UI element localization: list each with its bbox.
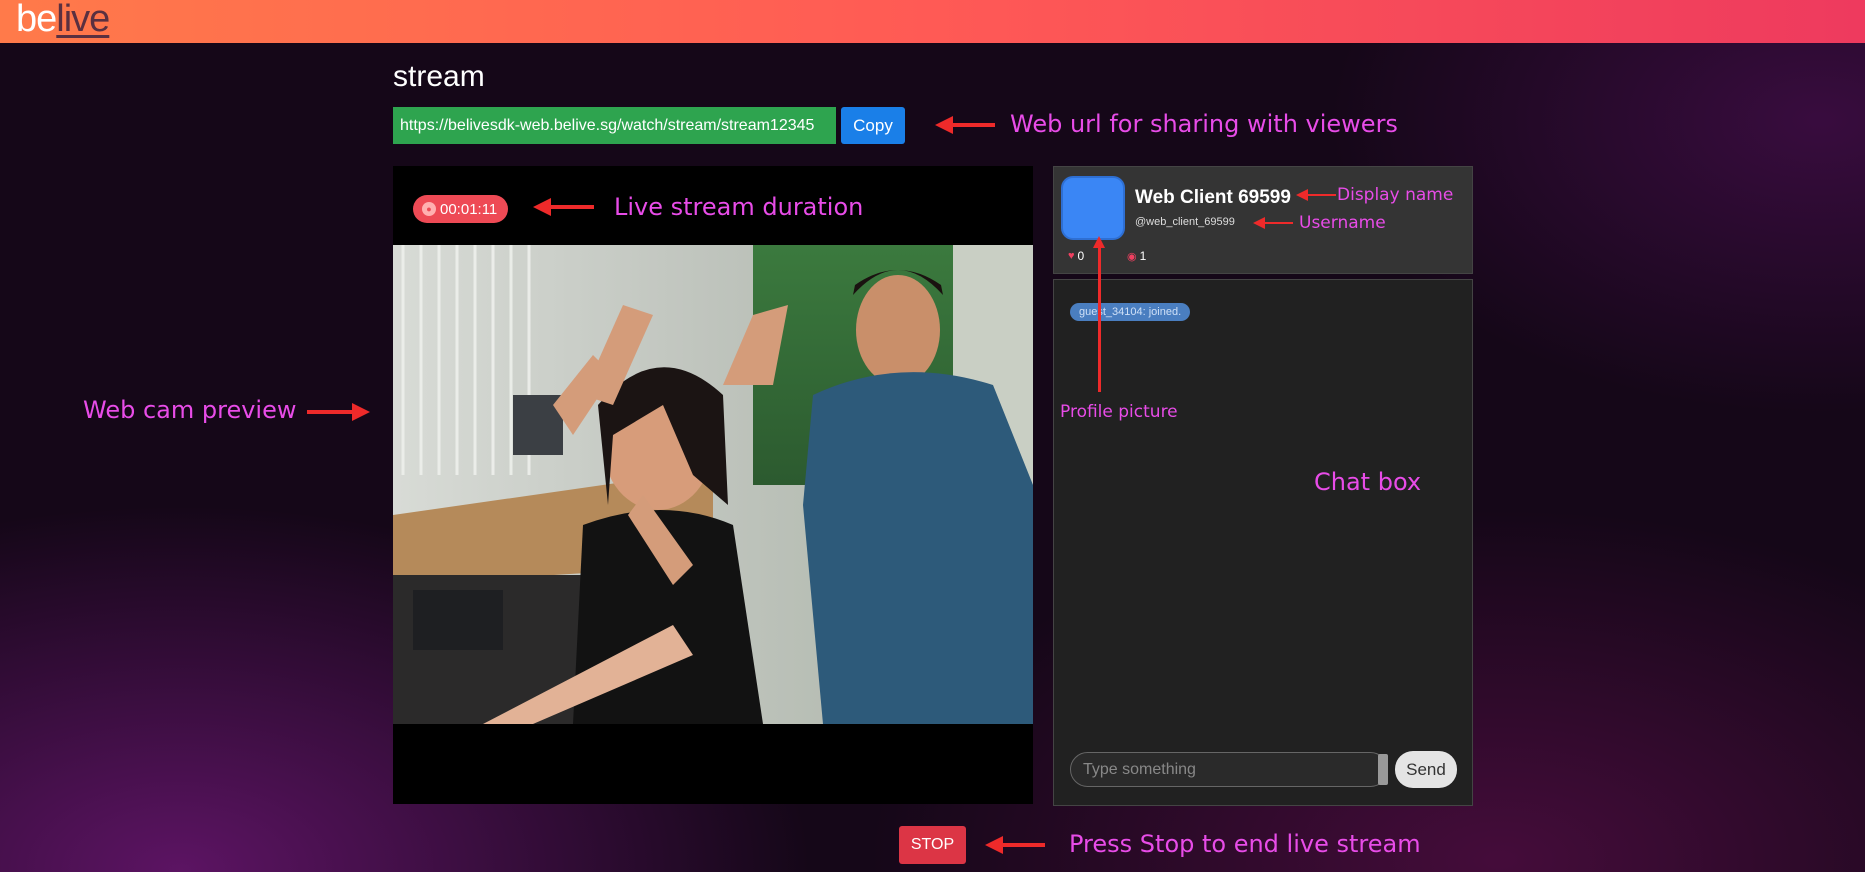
webcam-preview-panel: ● 00:01:11 (393, 166, 1033, 804)
broadcast-icon: ● (422, 202, 436, 216)
username: @web_client_69599 (1135, 216, 1235, 228)
stop-stream-button[interactable]: STOP (899, 826, 966, 864)
arrow-line (307, 410, 353, 414)
stream-duration: 00:01:11 (440, 200, 498, 218)
logo-part-be: be (16, 0, 57, 40)
annotation-stop: Press Stop to end live stream (1069, 830, 1421, 858)
annotation-display-name: Display name (1337, 185, 1454, 205)
chat-box: guest_34104: joined. Send (1053, 279, 1473, 806)
stream-duration-badge: ● 00:01:11 (413, 195, 509, 223)
chat-input[interactable] (1070, 752, 1388, 787)
input-resize-handle[interactable] (1378, 754, 1388, 785)
annotation-chat-box: Chat box (1314, 468, 1422, 496)
eye-icon: ◉ (1127, 250, 1137, 263)
arrow-line (1000, 843, 1045, 847)
viewers-value: 1 (1139, 249, 1147, 263)
page-title: stream (393, 60, 485, 93)
heart-icon: ♥ (1068, 250, 1075, 262)
copy-url-button[interactable]: Copy (841, 107, 905, 144)
profile-picture (1061, 176, 1125, 240)
likes-value: 0 (1077, 249, 1085, 263)
arrow-line (950, 123, 995, 127)
annotation-webcam: Web cam preview (83, 396, 297, 424)
chat-message: guest_34104: joined. (1070, 303, 1191, 321)
annotation-username: Username (1299, 213, 1386, 233)
arrow-line (1098, 246, 1101, 392)
send-button[interactable]: Send (1395, 751, 1457, 788)
annotation-duration: Live stream duration (614, 193, 864, 221)
logo-part-live: live (56, 0, 110, 40)
belive-logo[interactable]: belive (16, 0, 110, 41)
share-url-field[interactable] (393, 107, 836, 144)
top-bar: belive (0, 0, 1865, 43)
annotation-web-url: Web url for sharing with viewers (1010, 110, 1398, 138)
webcam-preview-image (393, 245, 1033, 724)
viewers-count: ◉ 1 (1127, 249, 1146, 263)
arrow-line (548, 205, 594, 209)
arrow-line (1306, 194, 1336, 196)
annotation-profile-picture: Profile picture (1060, 402, 1178, 422)
arrow-icon (352, 403, 370, 421)
arrow-line (1263, 222, 1293, 224)
display-name: Web Client 69599 (1135, 187, 1291, 208)
likes-count: ♥ 0 (1068, 249, 1084, 263)
